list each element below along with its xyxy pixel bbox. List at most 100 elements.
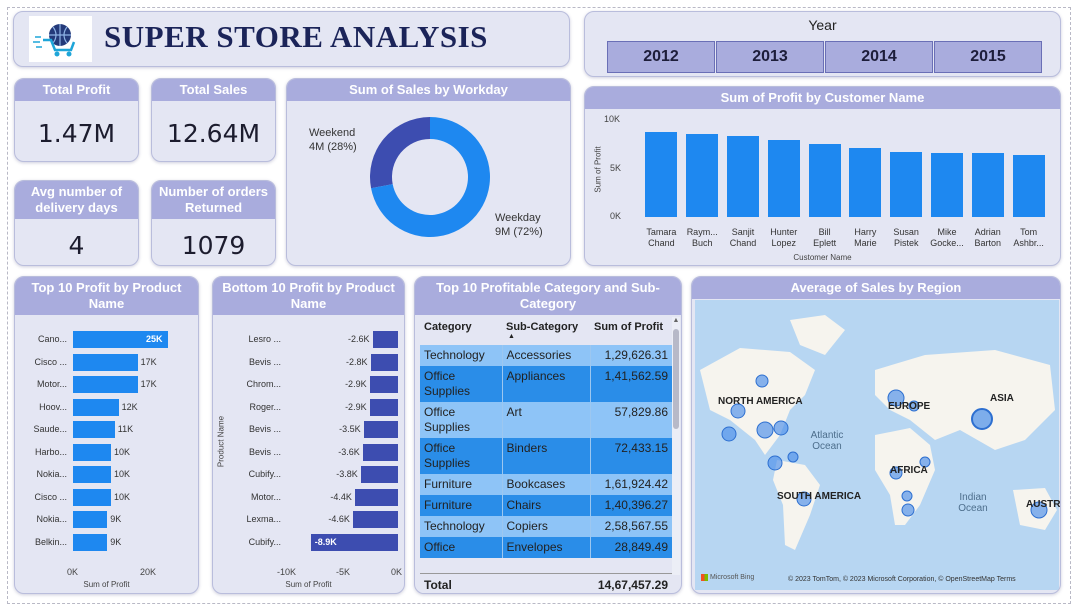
profit-cell: 1,41,562.59 <box>604 369 668 383</box>
col-header-profit[interactable]: Sum of Profit <box>594 321 663 333</box>
table-row[interactable]: Technology Accessories 1,29,626.31 <box>420 345 672 366</box>
product-bar[interactable] <box>369 398 398 416</box>
sort-asc-icon: ▲ <box>508 333 515 340</box>
product-bar[interactable] <box>73 533 108 551</box>
region-bubble[interactable] <box>756 421 774 439</box>
bar-value-label: 9K <box>110 514 122 524</box>
table-row[interactable]: Office Envelopes 28,849.49 <box>420 537 672 558</box>
slicer-label: Year <box>808 17 837 33</box>
product-bar[interactable] <box>73 353 138 371</box>
vertical-scrollbar[interactable]: ▲ <box>672 317 680 575</box>
bar-value-label: 10K <box>114 491 131 502</box>
product-bar[interactable] <box>370 353 398 371</box>
customer-bar[interactable] <box>808 143 841 217</box>
year-2012-button[interactable]: 2012 <box>607 41 715 73</box>
category-cell: Furniture <box>420 495 503 516</box>
category-cell: Furniture <box>420 474 503 495</box>
year-2014-button[interactable]: 2014 <box>825 41 933 73</box>
product-label: Nokia... <box>36 514 67 524</box>
customer-bar[interactable] <box>971 153 1004 217</box>
profit-cell: 2,58,567.55 <box>604 519 668 533</box>
map-label-atlantic: Atlantic Ocean <box>810 430 844 452</box>
returned-label: Number of orders Returned <box>152 181 275 219</box>
customer-bar[interactable] <box>767 139 800 217</box>
world-map[interactable] <box>695 300 1059 590</box>
category-cell: Office Supplies <box>420 402 503 438</box>
total-value: 14,67,457.29 <box>597 578 668 592</box>
product-label: Hoov... <box>39 401 67 412</box>
product-bar[interactable] <box>73 376 138 393</box>
region-bubble[interactable] <box>971 408 993 430</box>
customer-bar[interactable] <box>686 133 719 217</box>
profit-cell: 72,433.15 <box>614 441 668 455</box>
year-2015-button[interactable]: 2015 <box>934 41 1042 73</box>
scroll-thumb[interactable] <box>673 329 679 429</box>
year-2013-button[interactable]: 2013 <box>716 41 824 73</box>
profit-cell: 28,849.49 <box>614 540 668 554</box>
bottom10-xtick: -10K <box>277 567 297 577</box>
col-header-subcategory[interactable]: Sub-Category <box>506 321 578 333</box>
scroll-up-icon[interactable]: ▲ <box>672 317 680 324</box>
product-bar[interactable] <box>73 511 108 528</box>
table-row[interactable]: Office Supplies Art 57,829.86 <box>420 402 672 438</box>
top10-chart-title: Top 10 Profit by Product Name <box>15 277 198 315</box>
region-bubble[interactable] <box>767 455 783 471</box>
region-bubble[interactable] <box>787 451 799 463</box>
bar-value-label: 17K <box>140 356 157 367</box>
customer-bar[interactable] <box>1012 155 1045 217</box>
bottom10-bar-plot: Lesro ... -2.6K Bevis ... -2.8K Chrom... -2.9… <box>213 329 404 561</box>
customer-ytick: 10K <box>604 114 621 124</box>
subcategory-cell: Art <box>502 402 591 438</box>
col-header-category[interactable]: Category <box>424 321 472 333</box>
customer-ylabel: Sum of Profit <box>593 146 603 193</box>
region-bubble[interactable] <box>901 490 913 502</box>
table-row[interactable]: Technology Copiers 2,58,567.55 <box>420 516 672 537</box>
table-row[interactable]: Furniture Bookcases 1,61,924.42 <box>420 474 672 495</box>
customer-bar[interactable] <box>849 148 882 217</box>
product-label: Bevis ... <box>248 446 281 457</box>
product-bar[interactable] <box>354 488 398 506</box>
profit-cell: 1,29,626.31 <box>604 348 668 362</box>
region-bubble[interactable] <box>901 503 915 517</box>
bar-value-label: -4.6K <box>328 514 350 524</box>
map-attribution[interactable]: © 2023 TomTom, © 2023 Microsoft Corporat… <box>788 576 1016 583</box>
bar-value-label: 25K <box>146 334 163 344</box>
customer-bar[interactable] <box>645 131 678 217</box>
bar-value-label: -2.8K <box>346 356 368 367</box>
bar-value-label: 10K <box>114 446 131 457</box>
bar-value-label: -3.6K <box>338 446 360 457</box>
product-bar[interactable] <box>73 421 115 438</box>
product-bar[interactable] <box>73 466 111 483</box>
customer-bar[interactable] <box>890 152 923 217</box>
product-bar[interactable] <box>363 421 398 438</box>
customer-chart-title: Sum of Profit by Customer Name <box>585 87 1060 109</box>
region-bubble[interactable] <box>721 426 737 442</box>
product-label: Motor... <box>36 379 67 389</box>
product-bar[interactable] <box>352 511 398 528</box>
table-body: Technology Accessories 1,29,626.31 Office S… <box>420 345 672 575</box>
region-bubble[interactable] <box>755 374 769 388</box>
year-slicer: Year 2012 2013 2014 2015 <box>584 11 1061 77</box>
product-bar[interactable] <box>369 376 398 393</box>
category-cell: Office Supplies <box>420 366 503 402</box>
region-bubble[interactable] <box>773 420 789 436</box>
total-label: Total <box>424 578 452 592</box>
product-bar[interactable] <box>73 488 111 506</box>
customer-bar[interactable] <box>931 153 963 217</box>
product-label: Chrom... <box>246 379 281 389</box>
bar-value-label: -2.9K <box>345 401 367 412</box>
product-label: Bevis ... <box>248 424 281 434</box>
top10-xtick: 20K <box>140 567 157 577</box>
weekend-slice[interactable] <box>370 117 430 189</box>
product-bar[interactable] <box>73 443 111 461</box>
product-bar[interactable] <box>73 398 119 416</box>
product-bar[interactable] <box>372 331 398 348</box>
table-scroll-area[interactable]: Category Sub-Category ▲ Sum of Profit Te… <box>420 317 680 593</box>
table-row[interactable]: Office Supplies Binders 72,433.15 <box>420 438 672 474</box>
table-row[interactable]: Furniture Chairs 1,40,396.27 <box>420 495 672 516</box>
table-row[interactable]: Office Supplies Appliances 1,41,562.59 <box>420 366 672 402</box>
title-card: SUPER STORE ANALYSIS <box>13 11 570 67</box>
product-bar[interactable] <box>362 443 398 461</box>
product-bar[interactable] <box>360 466 398 483</box>
customer-bar[interactable] <box>727 135 759 217</box>
